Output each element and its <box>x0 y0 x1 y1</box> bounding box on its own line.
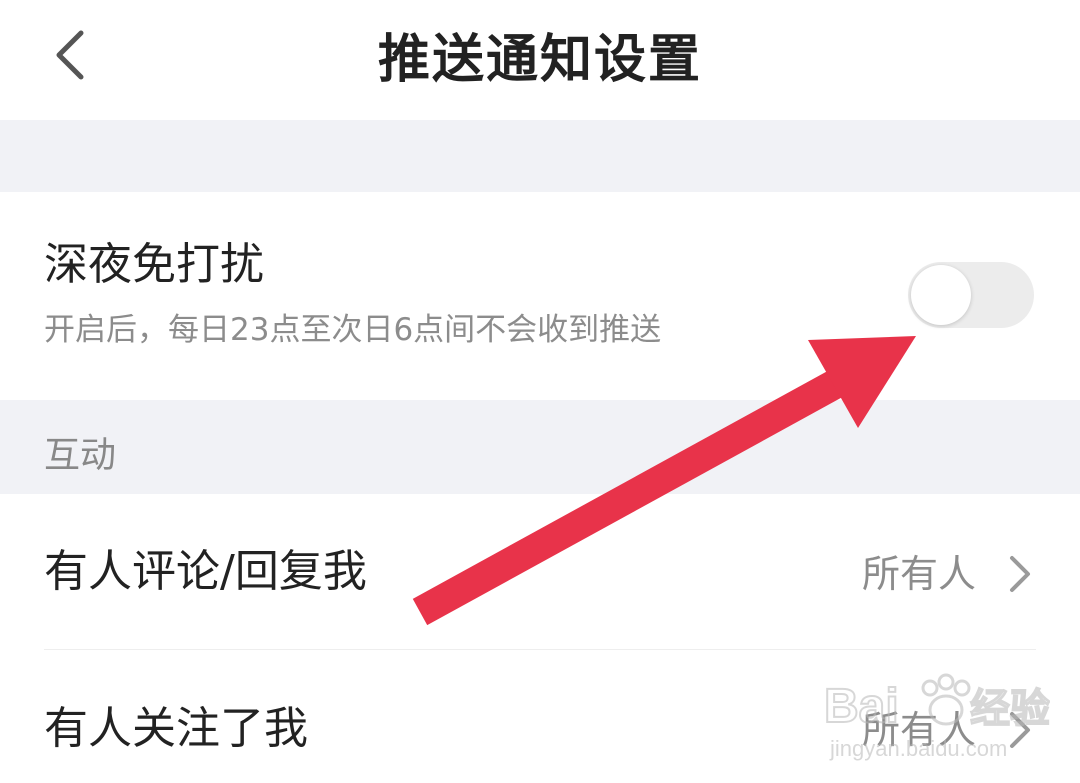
row-value: 所有人 <box>861 708 976 752</box>
notification-settings-page: 推送通知设置 深夜免打扰 开启后，每日23点至次日6点间不会收到推送 互动 有人… <box>0 0 1080 783</box>
section-label: 互动 <box>44 435 117 476</box>
chevron-right-icon <box>1010 712 1030 748</box>
night-mode-title: 深夜免打扰 <box>44 239 264 290</box>
row-value: 所有人 <box>861 552 976 596</box>
list-item-comment-reply[interactable]: 有人评论/回复我 所有人 <box>0 494 1080 650</box>
list-item-follow[interactable]: 有人关注了我 所有人 <box>0 650 1080 783</box>
night-mode-toggle[interactable] <box>908 262 1034 328</box>
row-label: 有人关注了我 <box>44 703 308 754</box>
toggle-knob <box>911 265 971 325</box>
night-mode-row: 深夜免打扰 开启后，每日23点至次日6点间不会收到推送 <box>0 192 1080 400</box>
row-label: 有人评论/回复我 <box>44 546 367 597</box>
section-spacer <box>0 120 1080 192</box>
section-header-interaction: 互动 <box>0 400 1080 494</box>
header: 推送通知设置 <box>0 0 1080 120</box>
night-mode-description: 开启后，每日23点至次日6点间不会收到推送 <box>44 312 662 348</box>
chevron-right-icon <box>1010 556 1030 592</box>
page-title: 推送通知设置 <box>377 30 702 90</box>
